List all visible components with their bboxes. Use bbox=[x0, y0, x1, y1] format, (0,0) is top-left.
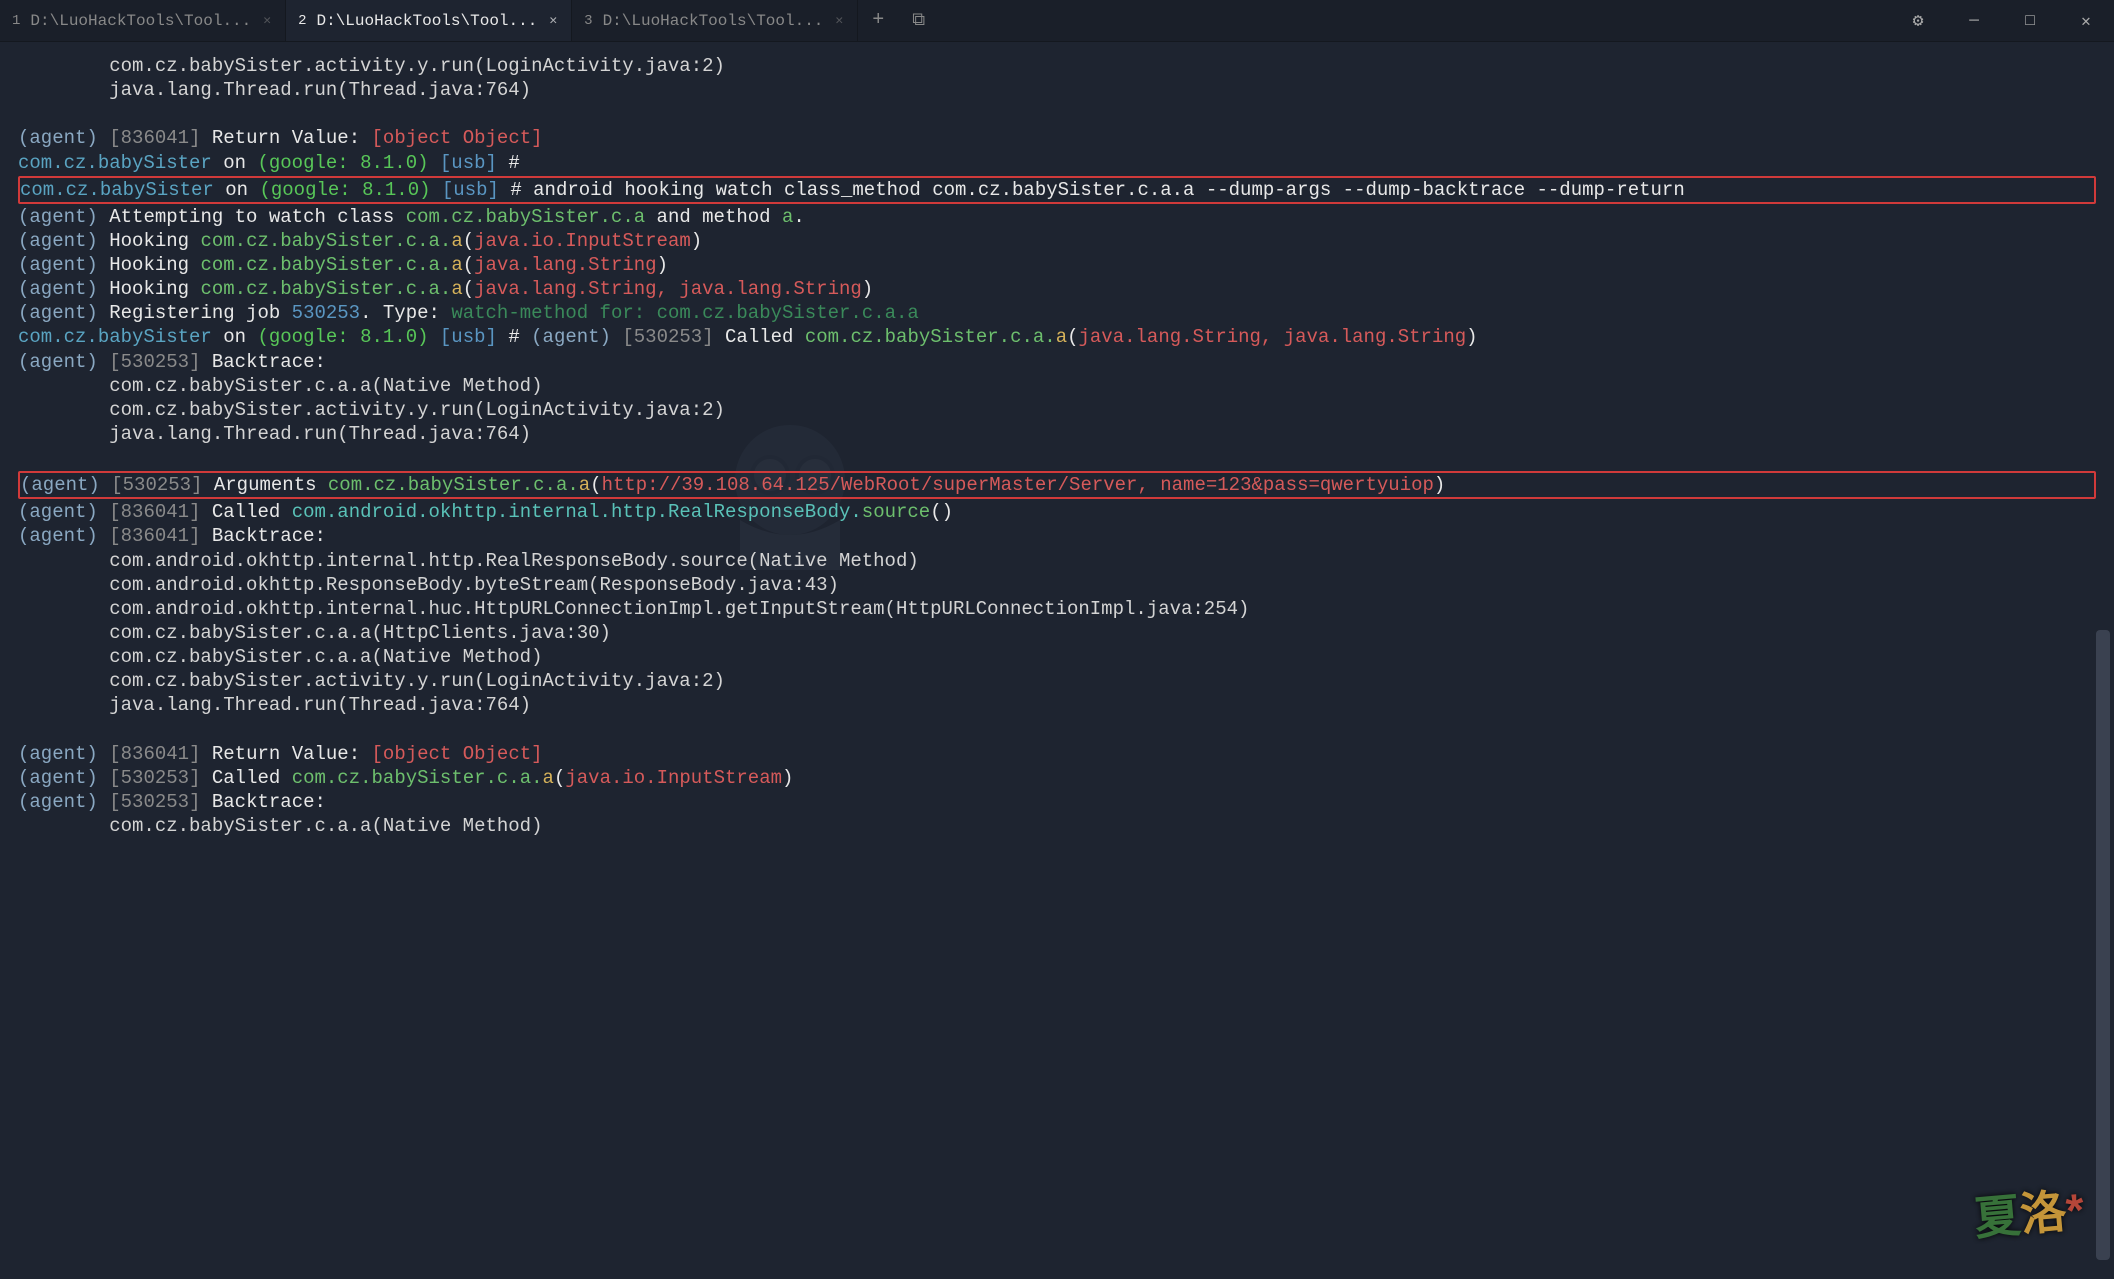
trace-line: com.android.okhttp.ResponseBody.byteStre… bbox=[18, 573, 2096, 597]
minimize-button[interactable]: ─ bbox=[1946, 0, 2002, 41]
titlebar: 1 D:\LuoHackTools\Tool... ✕ 2 D:\LuoHack… bbox=[0, 0, 2114, 42]
hook-line: (agent) Hooking com.cz.babySister.c.a.a(… bbox=[18, 277, 2096, 301]
blank-line bbox=[18, 717, 2096, 741]
hook-line: (agent) Hooking com.cz.babySister.c.a.a(… bbox=[18, 253, 2096, 277]
scrollbar-thumb[interactable] bbox=[2096, 630, 2110, 1260]
called-line: com.cz.babySister on (google: 8.1.0) [us… bbox=[18, 325, 2096, 349]
highlighted-arguments-box: (agent) [530253] Arguments com.cz.babySi… bbox=[18, 471, 2096, 499]
new-tab-button[interactable]: + bbox=[858, 0, 898, 41]
trace-line: java.lang.Thread.run(Thread.java:764) bbox=[18, 78, 2096, 102]
close-icon[interactable]: ✕ bbox=[833, 13, 845, 28]
hook-line: (agent) Hooking com.cz.babySister.c.a.a(… bbox=[18, 229, 2096, 253]
tab-title: D:\LuoHackTools\Tool... bbox=[30, 12, 251, 30]
close-icon[interactable]: ✕ bbox=[261, 13, 273, 28]
blank-line bbox=[18, 102, 2096, 126]
tab-1[interactable]: 1 D:\LuoHackTools\Tool... ✕ bbox=[0, 0, 286, 41]
trace-line: com.cz.babySister.c.a.a(HttpClients.java… bbox=[18, 621, 2096, 645]
trace-line: com.cz.babySister.c.a.a(Native Method) bbox=[18, 645, 2096, 669]
cascade-button[interactable]: ⧉ bbox=[898, 0, 939, 41]
register-line: (agent) Registering job 530253. Type: wa… bbox=[18, 301, 2096, 325]
window-controls: ⚙ ─ □ ✕ bbox=[1890, 0, 2114, 41]
scrollbar[interactable] bbox=[2096, 50, 2110, 1250]
tab-number: 3 bbox=[584, 13, 592, 29]
close-button[interactable]: ✕ bbox=[2058, 0, 2114, 41]
backtrace-header: (agent) [530253] Backtrace: bbox=[18, 790, 2096, 814]
called-line: (agent) [530253] Called com.cz.babySiste… bbox=[18, 766, 2096, 790]
called-line: (agent) [836041] Called com.android.okht… bbox=[18, 500, 2096, 524]
tabs: 1 D:\LuoHackTools\Tool... ✕ 2 D:\LuoHack… bbox=[0, 0, 1890, 41]
return-value-line: (agent) [836041] Return Value: [object O… bbox=[18, 126, 2096, 150]
trace-line: com.cz.babySister.c.a.a(Native Method) bbox=[18, 374, 2096, 398]
tab-title: D:\LuoHackTools\Tool... bbox=[316, 12, 537, 30]
trace-line: com.android.okhttp.internal.http.RealRes… bbox=[18, 549, 2096, 573]
trace-line: java.lang.Thread.run(Thread.java:764) bbox=[18, 422, 2096, 446]
backtrace-header: (agent) [530253] Backtrace: bbox=[18, 350, 2096, 374]
highlighted-command-box: com.cz.babySister on (google: 8.1.0) [us… bbox=[18, 176, 2096, 204]
tab-2[interactable]: 2 D:\LuoHackTools\Tool... ✕ bbox=[286, 0, 572, 41]
terminal-output[interactable]: com.cz.babySister.activity.y.run(LoginAc… bbox=[0, 42, 2114, 856]
trace-line: com.cz.babySister.activity.y.run(LoginAc… bbox=[18, 669, 2096, 693]
trace-line: com.cz.babySister.c.a.a(Native Method) bbox=[18, 814, 2096, 838]
trace-line: com.cz.babySister.activity.y.run(LoginAc… bbox=[18, 398, 2096, 422]
close-icon[interactable]: ✕ bbox=[547, 13, 559, 28]
tab-title: D:\LuoHackTools\Tool... bbox=[603, 12, 824, 30]
prompt-line: com.cz.babySister on (google: 8.1.0) [us… bbox=[18, 151, 2096, 175]
trace-line: java.lang.Thread.run(Thread.java:764) bbox=[18, 693, 2096, 717]
tab-number: 2 bbox=[298, 13, 306, 29]
attempt-line: (agent) Attempting to watch class com.cz… bbox=[18, 205, 2096, 229]
blank-line bbox=[18, 446, 2096, 470]
backtrace-header: (agent) [836041] Backtrace: bbox=[18, 524, 2096, 548]
maximize-button[interactable]: □ bbox=[2002, 0, 2058, 41]
settings-button[interactable]: ⚙ bbox=[1890, 0, 1946, 41]
trace-line: com.cz.babySister.activity.y.run(LoginAc… bbox=[18, 54, 2096, 78]
watermark-icon: 夏洛* bbox=[1971, 1173, 2086, 1248]
tab-3[interactable]: 3 D:\LuoHackTools\Tool... ✕ bbox=[572, 0, 858, 41]
return-value-line: (agent) [836041] Return Value: [object O… bbox=[18, 742, 2096, 766]
trace-line: com.android.okhttp.internal.huc.HttpURLC… bbox=[18, 597, 2096, 621]
arguments-line: (agent) [530253] Arguments com.cz.babySi… bbox=[20, 473, 2094, 497]
command-line: com.cz.babySister on (google: 8.1.0) [us… bbox=[20, 178, 2094, 202]
tab-number: 1 bbox=[12, 13, 20, 29]
